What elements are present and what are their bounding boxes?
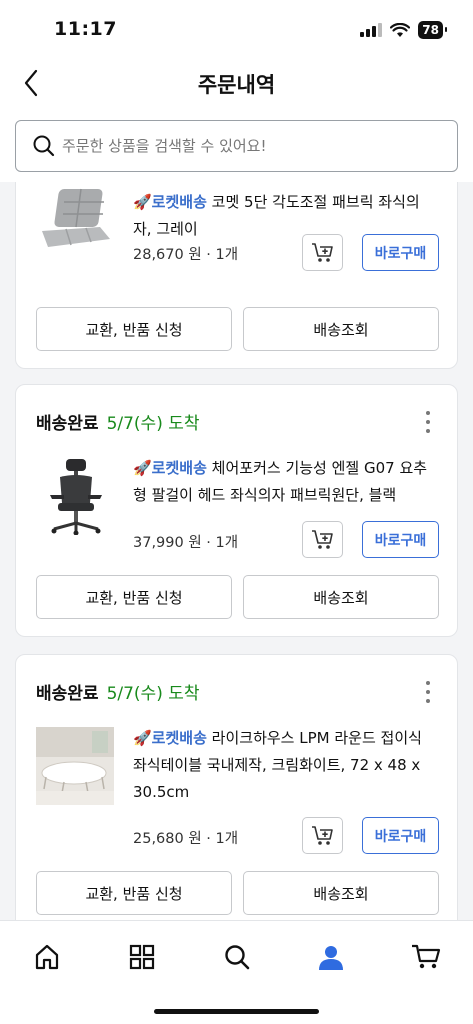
signal-icon xyxy=(360,23,383,37)
my-account-icon xyxy=(319,946,343,970)
buy-now-button[interactable]: 바로구매 xyxy=(362,521,439,558)
buy-now-button[interactable]: 바로구매 xyxy=(362,234,439,271)
cart-icon xyxy=(412,944,441,969)
status-icons: 78 xyxy=(360,21,447,39)
price-quantity: 28,670 원 · 1개 xyxy=(133,247,239,263)
cart-plus-icon xyxy=(311,242,333,262)
add-to-cart-button[interactable] xyxy=(302,521,343,558)
tab-cart[interactable] xyxy=(406,937,446,977)
home-indicator xyxy=(154,1009,319,1014)
tab-search[interactable] xyxy=(217,937,257,977)
track-delivery-button[interactable]: 배송조회 xyxy=(243,575,439,619)
order-card: 배송완료 5/7(수) 도착 🚀로켓배송 체어포커스 기능성 엔젤 G07 요추… xyxy=(15,384,458,637)
arrival-date: 5/7(수) 도착 xyxy=(106,684,200,704)
tab-my-account[interactable] xyxy=(311,937,351,977)
order-card: 🚀로켓배송 코멧 5단 각도조절 패브릭 좌식의자, 그레이 28,670 원 … xyxy=(15,182,458,369)
rocket-delivery-badge: 🚀로켓배송 xyxy=(133,729,207,747)
nav-header: 주문내역 xyxy=(0,56,473,112)
tab-home[interactable] xyxy=(27,937,67,977)
buy-now-button[interactable]: 바로구매 xyxy=(362,817,439,854)
status-bar: 11:17 78 xyxy=(0,0,473,56)
order-status-row: 배송완료 5/7(수) 도착 xyxy=(36,409,200,434)
search-icon xyxy=(33,135,55,157)
product-name-text[interactable]: 🚀로켓배송 라이크하우스 LPM 라운드 접이식 좌식테이블 국내제작, 크림화… xyxy=(133,725,438,806)
delivery-status: 배송완료 xyxy=(36,684,99,704)
page-title: 주문내역 xyxy=(197,73,276,97)
add-to-cart-button[interactable] xyxy=(302,234,343,271)
status-time: 11:17 xyxy=(54,18,117,40)
rocket-delivery-badge: 🚀로켓배송 xyxy=(133,193,207,211)
more-options-button[interactable] xyxy=(421,411,435,433)
search-icon xyxy=(225,945,250,970)
search-input[interactable] xyxy=(62,137,422,155)
delivery-status: 배송완료 xyxy=(36,414,99,434)
tab-category[interactable] xyxy=(122,937,162,977)
track-delivery-button[interactable]: 배송조회 xyxy=(243,307,439,351)
arrival-date: 5/7(수) 도착 xyxy=(106,414,200,434)
more-options-button[interactable] xyxy=(421,681,435,703)
track-delivery-button[interactable]: 배송조회 xyxy=(243,871,439,915)
order-status-row: 배송완료 5/7(수) 도착 xyxy=(36,679,200,704)
exchange-return-button[interactable]: 교환, 반품 신청 xyxy=(36,307,232,351)
battery-icon: 78 xyxy=(418,21,447,39)
product-image-ergonomic-chair xyxy=(50,459,102,535)
home-icon xyxy=(35,944,59,970)
price-quantity: 25,680 원 · 1개 xyxy=(133,831,239,847)
add-to-cart-button[interactable] xyxy=(302,817,343,854)
exchange-return-button[interactable]: 교환, 반품 신청 xyxy=(36,871,232,915)
product-image-floor-chair xyxy=(42,188,110,247)
price-quantity: 37,990 원 · 1개 xyxy=(133,535,239,551)
order-list[interactable]: 🚀로켓배송 코멧 5단 각도조절 패브릭 좌식의자, 그레이 28,670 원 … xyxy=(0,182,473,920)
cart-plus-icon xyxy=(311,825,333,845)
product-image-folding-table xyxy=(36,727,114,805)
cart-plus-icon xyxy=(311,529,333,549)
bottom-nav xyxy=(0,920,473,1024)
order-card: 배송완료 5/7(수) 도착 🚀로켓배송 라이크하우스 LPM 라운드 접이식 … xyxy=(15,654,458,920)
rocket-delivery-badge: 🚀로켓배송 xyxy=(133,459,207,477)
exchange-return-button[interactable]: 교환, 반품 신청 xyxy=(36,575,232,619)
wifi-icon xyxy=(390,22,411,37)
search-area xyxy=(0,112,473,182)
product-name-text[interactable]: 🚀로켓배송 체어포커스 기능성 엔젤 G07 요추형 팔걸이 헤드 좌식의자 패… xyxy=(133,455,438,509)
search-box[interactable] xyxy=(15,120,458,172)
category-grid-icon xyxy=(129,944,155,970)
